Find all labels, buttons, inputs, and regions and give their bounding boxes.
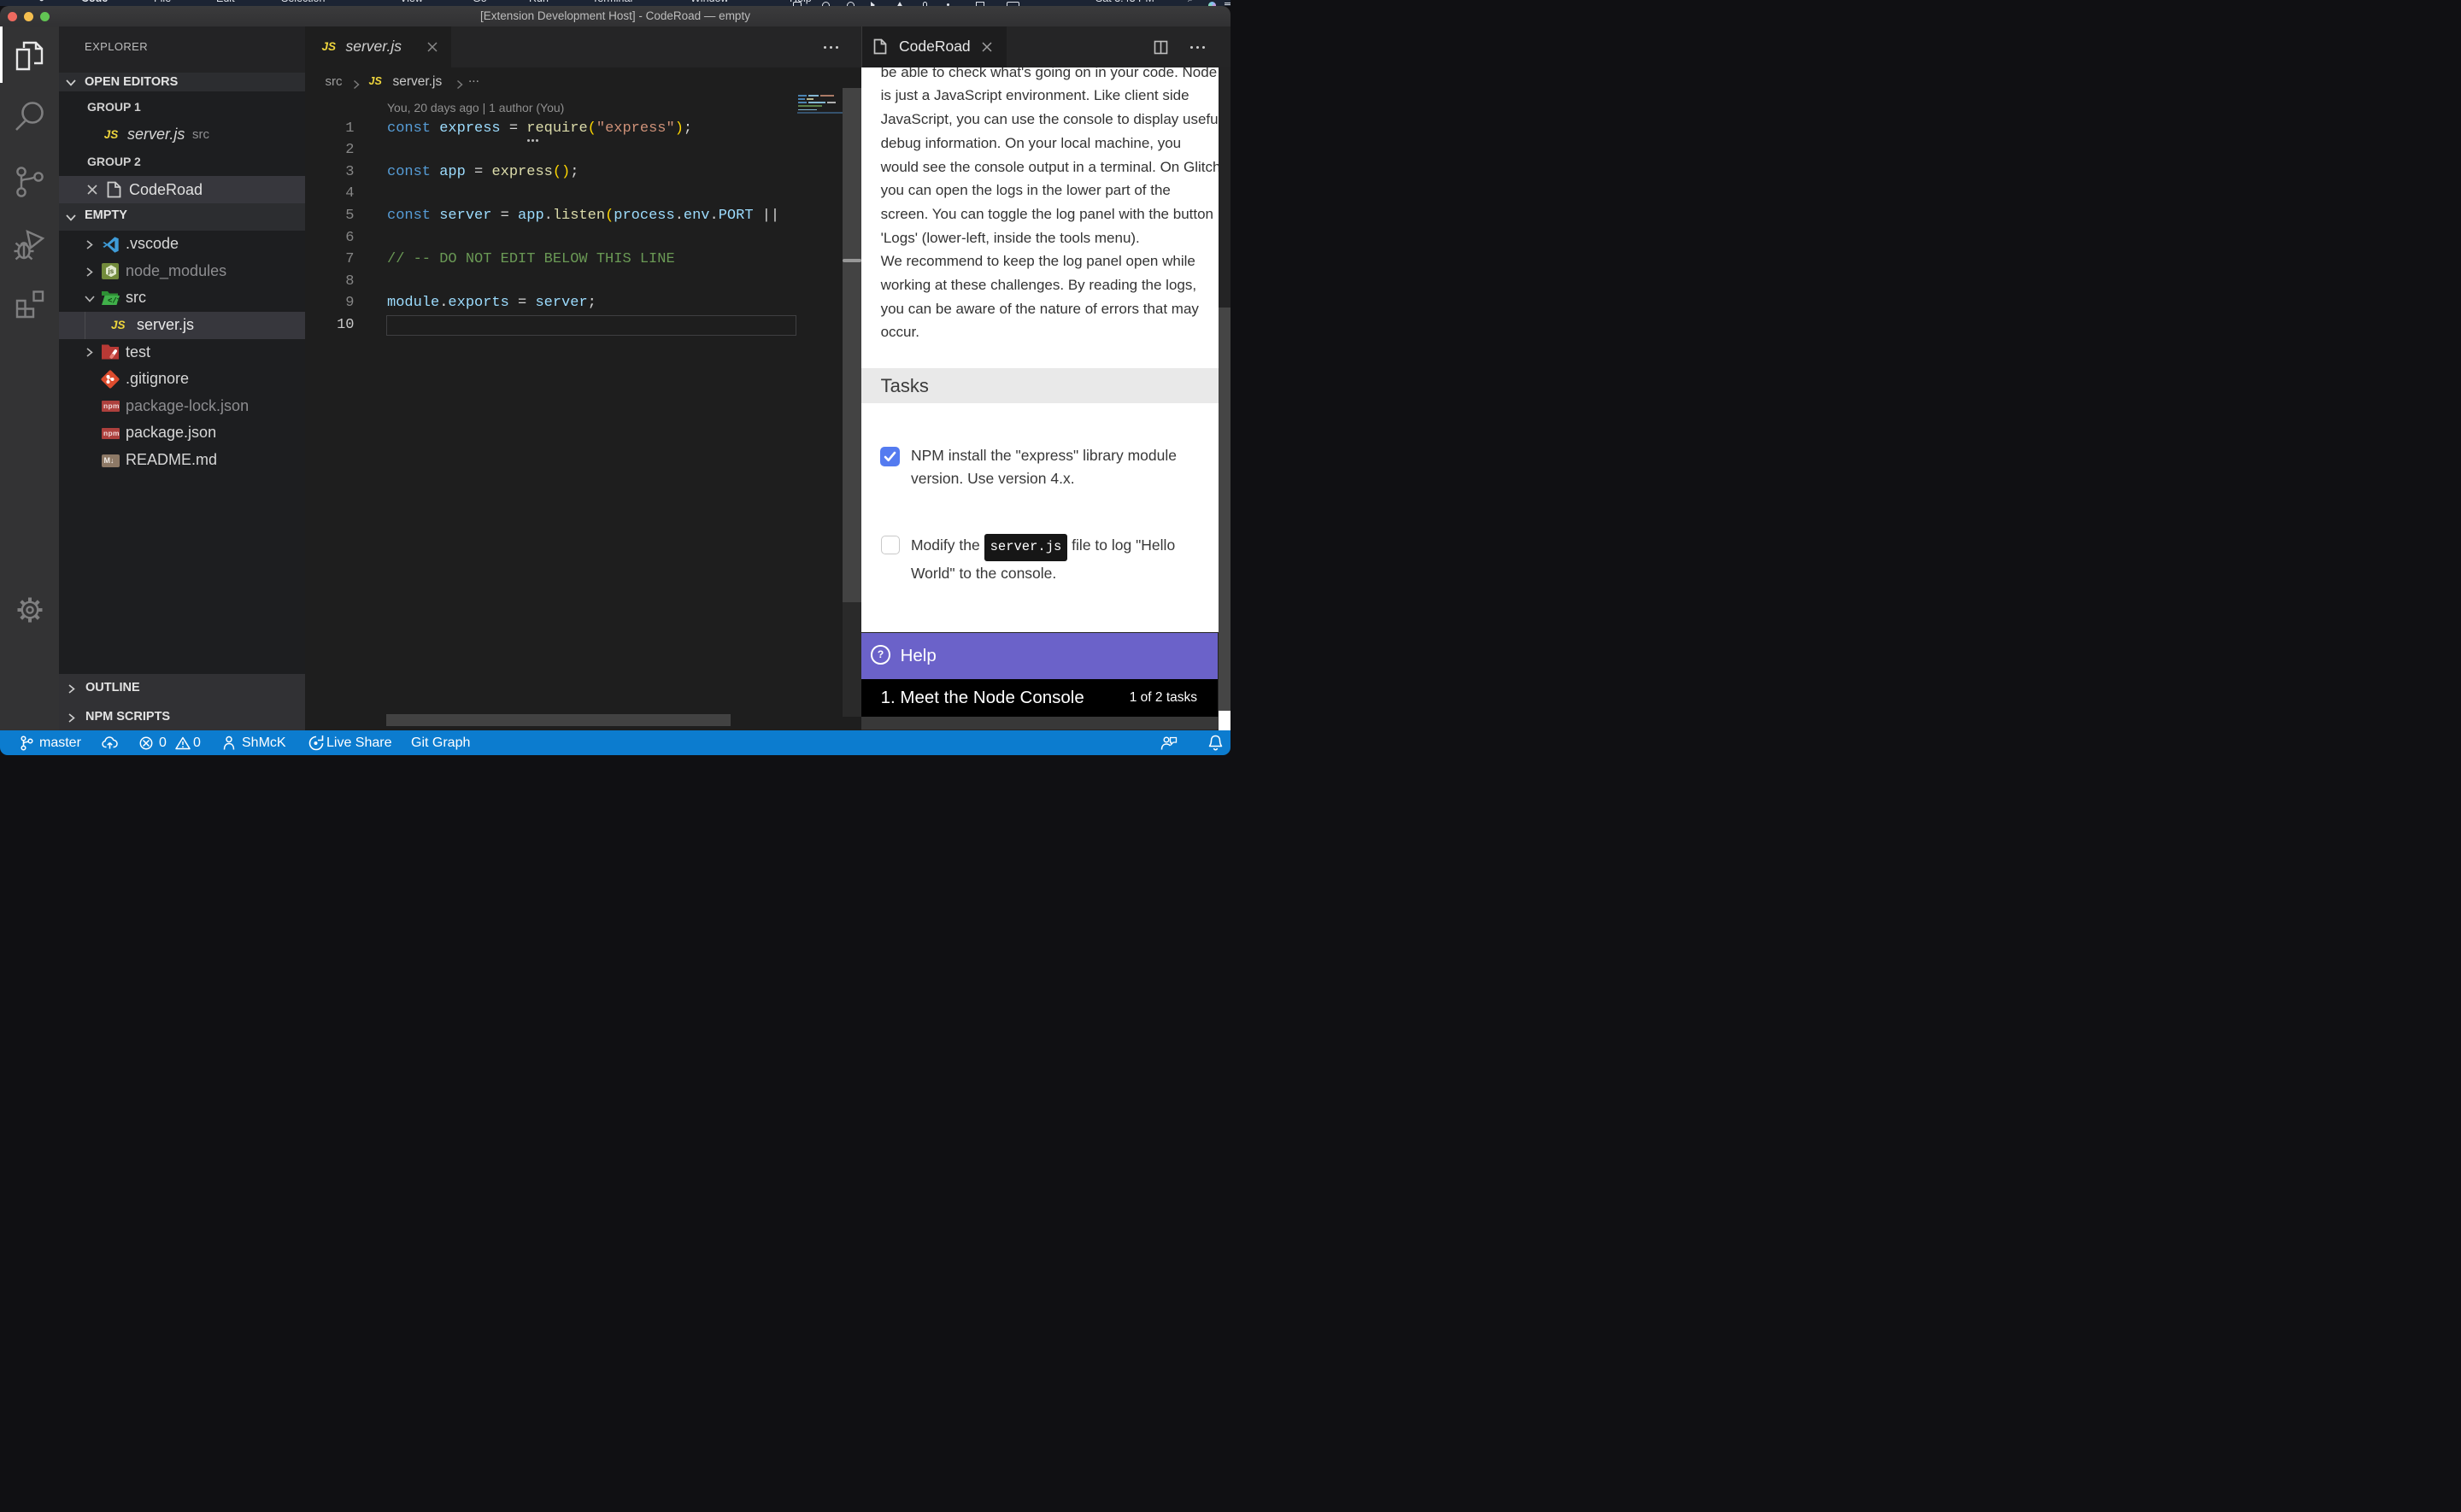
svg-text:</>: </>	[108, 297, 120, 306]
